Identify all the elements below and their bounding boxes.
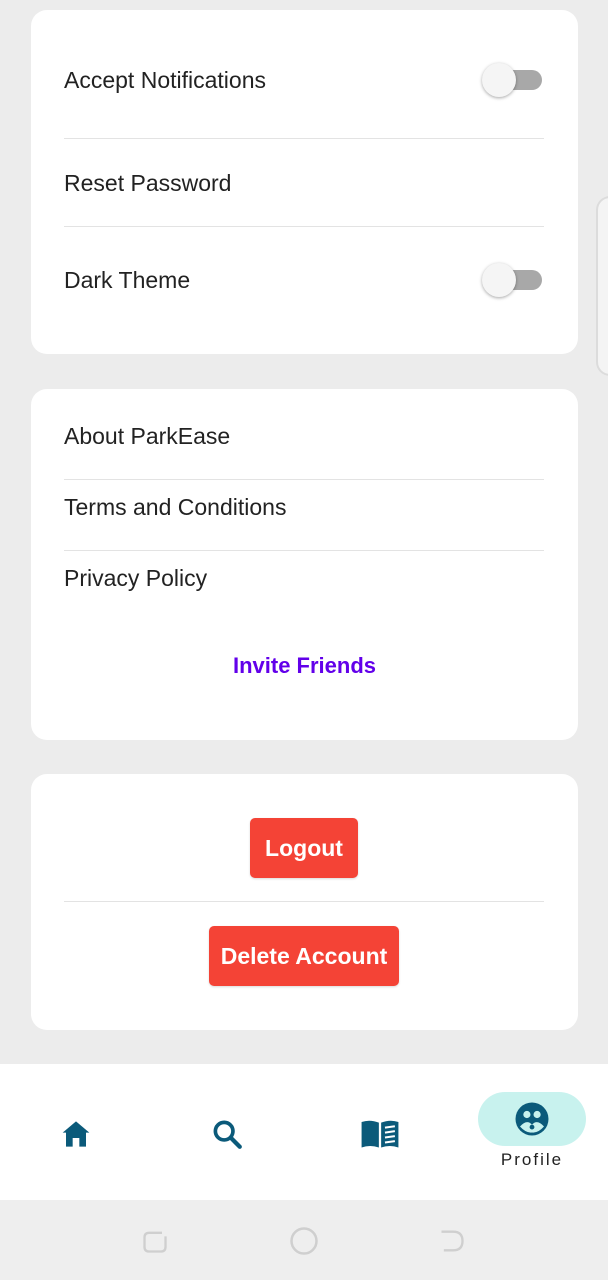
back-button[interactable] (437, 1226, 467, 1256)
bottom-navigation: Profile (0, 1064, 608, 1200)
reset-password-row[interactable]: Reset Password (64, 158, 544, 208)
system-home-button[interactable] (289, 1226, 319, 1256)
divider (64, 550, 544, 551)
recent-apps-button[interactable] (140, 1226, 170, 1256)
account-card: Logout Delete Account (31, 774, 578, 1030)
accept-notifications-row[interactable]: Accept Notifications (64, 55, 544, 105)
divider (64, 901, 544, 902)
divider (64, 479, 544, 480)
nav-search-button[interactable] (197, 1104, 257, 1164)
invite-friends-link[interactable]: Invite Friends (31, 653, 578, 679)
delete-account-button[interactable]: Delete Account (209, 926, 399, 986)
divider (64, 138, 544, 139)
edge-panel-handle[interactable] (596, 196, 608, 376)
recent-apps-icon (143, 1231, 167, 1253)
system-home-icon (290, 1227, 318, 1255)
logout-button[interactable]: Logout (250, 818, 358, 878)
system-navigation-bar (0, 1200, 608, 1280)
toggle-knob (482, 263, 516, 297)
profile-icon (515, 1102, 549, 1136)
search-icon (213, 1120, 242, 1149)
book-icon (361, 1120, 399, 1148)
accept-notifications-toggle[interactable] (482, 62, 544, 98)
back-icon (441, 1230, 464, 1252)
dark-theme-row[interactable]: Dark Theme (64, 255, 544, 305)
accept-notifications-label: Accept Notifications (64, 66, 266, 93)
nav-bookings-button[interactable] (350, 1104, 410, 1164)
info-card: About ParkEase Terms and Conditions Priv… (31, 389, 578, 740)
settings-card: Accept Notifications Reset Password Dark… (31, 10, 578, 354)
about-label: About ParkEase (64, 422, 231, 449)
divider (64, 226, 544, 227)
nav-home-button[interactable] (46, 1104, 106, 1164)
about-row[interactable]: About ParkEase (64, 411, 544, 461)
dark-theme-label: Dark Theme (64, 266, 191, 293)
home-icon (62, 1121, 90, 1147)
dark-theme-toggle[interactable] (482, 262, 544, 298)
privacy-label: Privacy Policy (64, 564, 208, 591)
nav-profile-button[interactable] (478, 1092, 586, 1146)
toggle-knob (482, 63, 516, 97)
terms-row[interactable]: Terms and Conditions (64, 482, 544, 532)
terms-label: Terms and Conditions (64, 493, 287, 520)
reset-password-label: Reset Password (64, 169, 232, 196)
nav-profile-label: Profile (500, 1150, 564, 1169)
privacy-row[interactable]: Privacy Policy (64, 553, 544, 603)
